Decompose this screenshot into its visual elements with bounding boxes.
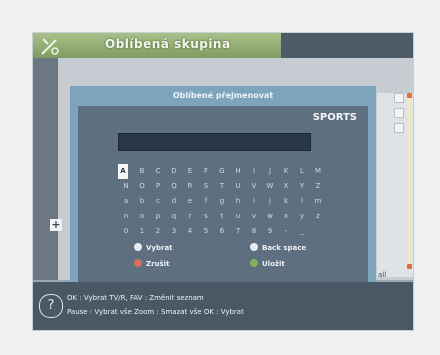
plus-icon[interactable]: + (50, 219, 62, 231)
legend-save: Uložit (250, 259, 285, 268)
group-name: SPORTS (312, 112, 357, 123)
tv-screen: Oblíbená skupina + all Oblíbené přejmeno… (33, 33, 413, 330)
title-bar: Oblíbená skupina (33, 33, 413, 58)
name-input[interactable] (118, 133, 311, 151)
key[interactable]: - (278, 224, 294, 239)
key[interactable]: 0 (118, 224, 134, 239)
key[interactable]: 7 (230, 224, 246, 239)
scrollbar[interactable] (407, 93, 412, 269)
virtual-keyboard: ABCDEFGHIJKLM NOPQRSTUVWXYZ abcdefghijkl… (118, 158, 326, 235)
list-icons (394, 93, 404, 138)
keyboard-row: NOPQRSTUVWXYZ (118, 173, 326, 190)
satellite-icon (41, 38, 59, 55)
legend-cancel: Zrušit (134, 259, 169, 268)
scroll-top-marker (407, 93, 412, 98)
keyboard-row: 0 1 2 3 4 5 6 7 8 9- _ (118, 218, 326, 235)
keyboard-row: ABCDEFGHIJKLM (118, 158, 326, 179)
key[interactable]: 5 (198, 224, 214, 239)
key[interactable]: 8 (246, 224, 262, 239)
help-line-2: Pause : Vybrat vše Zoom : Smazat vše OK … (67, 308, 244, 316)
key[interactable]: 2 (150, 224, 166, 239)
legend-backspace-label: Back space (262, 244, 307, 252)
green-button-icon (250, 259, 258, 267)
page-title: Oblíbená skupina (105, 37, 231, 51)
key[interactable]: 3 (166, 224, 182, 239)
back-button-icon (250, 243, 258, 251)
key[interactable]: 6 (214, 224, 230, 239)
legend-select-label: Vybrat (146, 244, 173, 252)
key[interactable] (310, 218, 326, 233)
left-sidebar (33, 58, 58, 280)
list-icon (394, 93, 404, 103)
key[interactable]: 1 (134, 224, 150, 239)
legend-save-label: Uložit (262, 260, 285, 268)
scroll-bottom-marker (407, 264, 412, 269)
list-icon (394, 108, 404, 118)
title-bar-dark (281, 33, 413, 58)
keyboard-row: abcdefghijklm (118, 188, 326, 205)
ok-button-icon (134, 243, 142, 251)
key[interactable]: _ (294, 224, 310, 239)
legend-select: Vybrat (134, 243, 173, 252)
dialog-title: Oblíbené přejmenovat (172, 91, 274, 100)
help-bar: ? OK : Vybrat TV/R, FAV : Změnit seznam … (33, 282, 413, 330)
key[interactable]: 4 (182, 224, 198, 239)
red-button-icon (134, 259, 142, 267)
list-footer-text: all (378, 271, 387, 279)
legend-backspace: Back space (250, 243, 306, 252)
key[interactable]: 9 (262, 224, 278, 239)
dialog-body: SPORTS ABCDEFGHIJKLM NOPQRSTUVWXYZ abcde… (78, 106, 368, 282)
help-icon: ? (39, 294, 63, 318)
keyboard-row: nopqrstuvwxyz (118, 203, 326, 220)
legend-cancel-label: Zrušit (146, 260, 170, 268)
list-icon (394, 123, 404, 133)
rename-dialog: Oblíbené přejmenovat SPORTS ABCDEFGHIJKL… (70, 86, 376, 284)
help-line-1: OK : Vybrat TV/R, FAV : Změnit seznam (67, 294, 204, 302)
